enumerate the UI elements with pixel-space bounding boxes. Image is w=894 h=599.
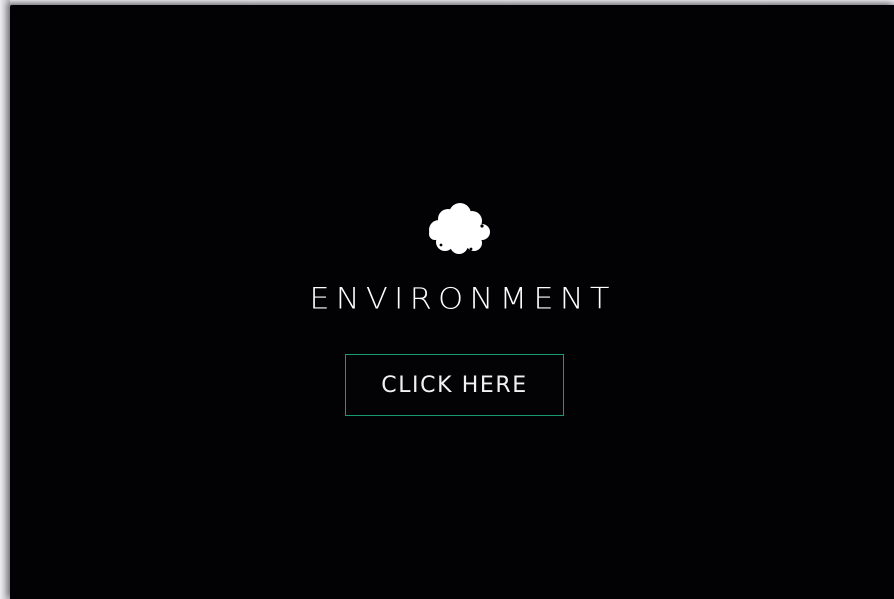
page-viewport: ENVIRONMENT CLICK HERE: [10, 5, 894, 599]
click-here-button-label: CLICK HERE: [381, 372, 528, 398]
hero-section: ENVIRONMENT CLICK HERE: [10, 5, 894, 599]
window-edge-left: [0, 0, 10, 599]
brand-title: ENVIRONMENT: [309, 281, 616, 316]
cloud-icon: [429, 203, 490, 254]
click-here-button[interactable]: CLICK HERE: [345, 354, 564, 416]
